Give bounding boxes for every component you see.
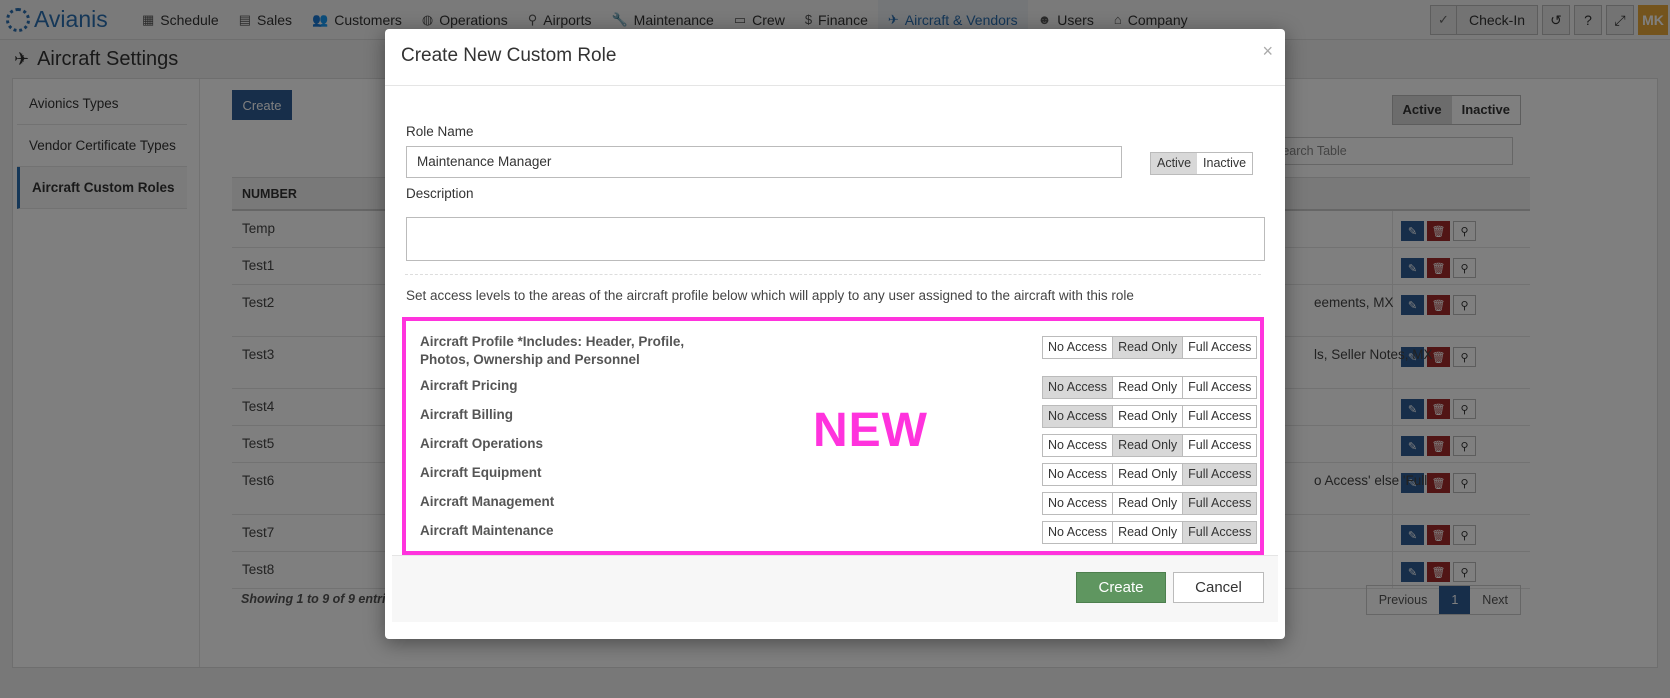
option-no-access[interactable]: No Access [1043, 337, 1112, 358]
permission-toggle-group: No Access Read Only Full Access [1042, 336, 1258, 359]
permission-label-aircraft-billing: Aircraft Billing [420, 407, 514, 422]
permission-label-aircraft-equipment: Aircraft Equipment [420, 465, 542, 480]
option-read-only[interactable]: Read Only [1112, 522, 1182, 543]
permission-toggle-group: No Access Read Only Full Access [1042, 463, 1258, 486]
permission-toggle-group: No Access Read Only Full Access [1042, 434, 1258, 457]
option-no-access[interactable]: No Access [1043, 522, 1112, 543]
option-full-access[interactable]: Full Access [1182, 337, 1256, 358]
description-input[interactable] [406, 217, 1265, 261]
option-full-access[interactable]: Full Access [1182, 493, 1257, 514]
permission-toggle-group: No Access Read Only Full Access [1042, 521, 1258, 544]
option-read-only[interactable]: Read Only [1112, 493, 1182, 514]
option-full-access[interactable]: Full Access [1182, 435, 1256, 456]
permission-toggle-group: No Access Read Only Full Access [1042, 405, 1258, 428]
permission-toggle-group: No Access Read Only Full Access [1042, 376, 1258, 399]
option-read-only[interactable]: Read Only [1112, 406, 1182, 427]
option-full-access[interactable]: Full Access [1182, 377, 1256, 398]
modal-cancel-button[interactable]: Cancel [1173, 572, 1264, 603]
option-full-access[interactable]: Full Access [1182, 522, 1257, 543]
modal-footer: Create Cancel [392, 555, 1278, 622]
role-name-input[interactable]: Maintenance Manager [406, 146, 1122, 178]
section-divider [405, 274, 1261, 275]
option-no-access[interactable]: No Access [1043, 435, 1112, 456]
role-status-toggle: Active Inactive [1150, 152, 1254, 175]
option-read-only[interactable]: Read Only [1112, 337, 1183, 358]
option-no-access[interactable]: No Access [1043, 493, 1112, 514]
option-full-access[interactable]: Full Access [1182, 464, 1257, 485]
option-no-access[interactable]: No Access [1043, 377, 1113, 398]
access-help-text: Set access levels to the areas of the ai… [406, 288, 1134, 303]
option-read-only[interactable]: Read Only [1112, 377, 1182, 398]
role-name-label: Role Name [406, 124, 474, 139]
option-read-only[interactable]: Read Only [1112, 435, 1183, 456]
modal-title: Create New Custom Role [401, 45, 617, 66]
permission-label-aircraft-pricing: Aircraft Pricing [420, 378, 518, 393]
modal-create-button[interactable]: Create [1076, 572, 1166, 603]
option-full-access[interactable]: Full Access [1182, 406, 1256, 427]
new-annotation: NEW [813, 404, 928, 457]
close-icon[interactable]: × [1262, 41, 1273, 62]
option-read-only[interactable]: Read Only [1112, 464, 1182, 485]
option-no-access[interactable]: No Access [1043, 406, 1113, 427]
permission-label-aircraft-management: Aircraft Management [420, 494, 555, 509]
role-status-inactive[interactable]: Inactive [1197, 153, 1252, 174]
create-role-modal: Create New Custom Role × Role Name Maint… [385, 29, 1285, 639]
role-status-active[interactable]: Active [1151, 153, 1198, 174]
access-levels-section: NEW Aircraft Profile *Includes: Header, … [402, 317, 1264, 555]
permission-toggle-group: No Access Read Only Full Access [1042, 492, 1258, 515]
permission-label-aircraft-profile-includes-head: Aircraft Profile *Includes: Header, Prof… [420, 334, 685, 367]
permission-label-aircraft-operations: Aircraft Operations [420, 436, 544, 451]
modal-header: Create New Custom Role × [385, 29, 1285, 86]
description-label: Description [406, 186, 474, 201]
permission-label-aircraft-maintenance: Aircraft Maintenance [420, 523, 554, 538]
option-no-access[interactable]: No Access [1043, 464, 1112, 485]
